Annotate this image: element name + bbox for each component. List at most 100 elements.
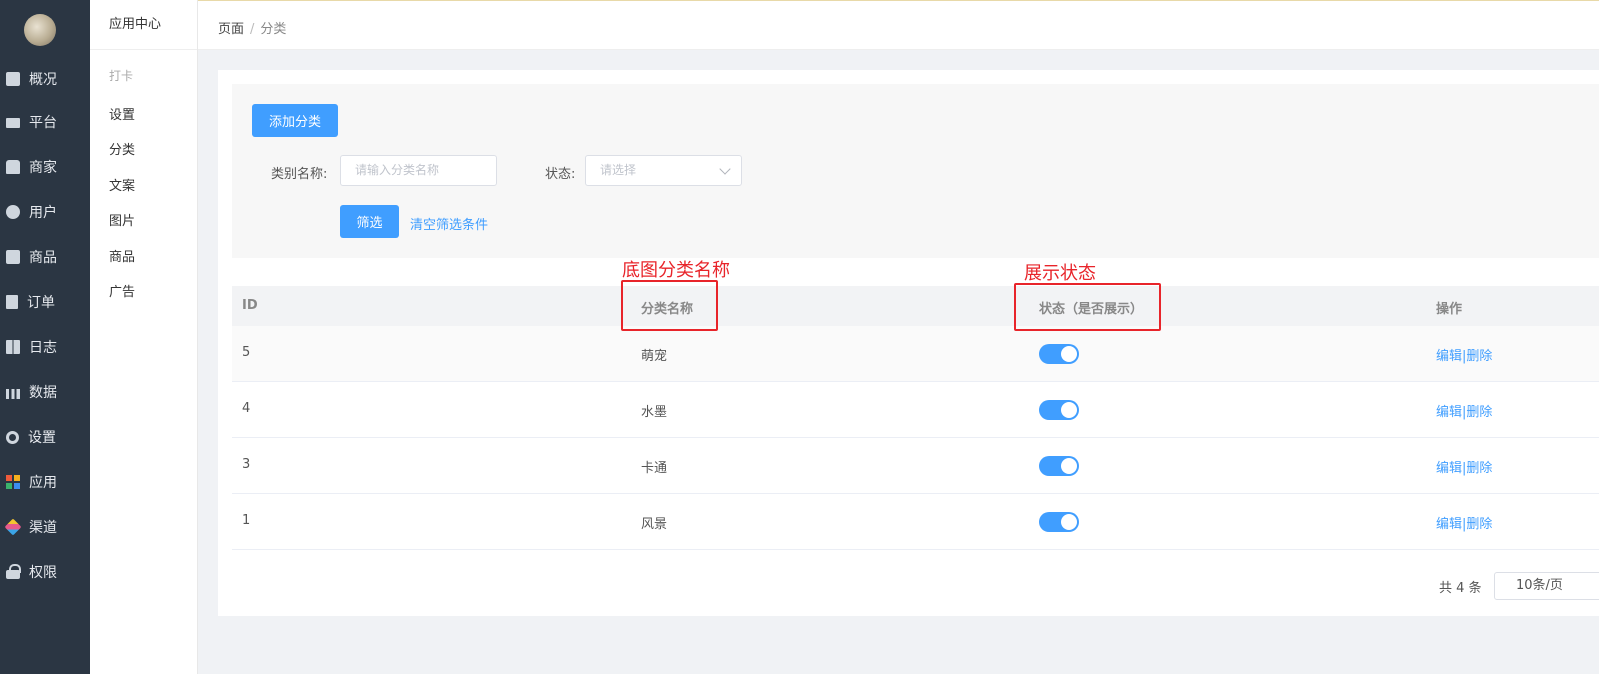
submenu-group-label: 打卡 bbox=[109, 69, 134, 83]
cube-icon bbox=[4, 518, 22, 536]
lock-icon bbox=[6, 563, 21, 579]
breadcrumb-separator: / bbox=[250, 22, 255, 37]
monitor-chart-icon bbox=[6, 72, 20, 86]
cell-id: 3 bbox=[242, 457, 251, 472]
status-select-placeholder: 请选择 bbox=[600, 163, 637, 177]
table-row: 1 风景 编辑|删除 bbox=[232, 494, 1599, 550]
gear-icon bbox=[6, 430, 19, 444]
bag-icon bbox=[6, 250, 20, 264]
edit-link[interactable]: 编辑 bbox=[1436, 405, 1462, 420]
column-header-actions: 操作 bbox=[1436, 302, 1463, 317]
sidebar-item-logs[interactable]: 日志 bbox=[0, 332, 90, 362]
sidebar-item-platform[interactable]: 平台 bbox=[0, 107, 90, 137]
column-header-id: ID bbox=[242, 298, 258, 313]
main-sidebar: 概况 平台 商家 用户 商品 订单 日志 数据 设置 应用 渠道 权限 bbox=[0, 0, 90, 674]
annotation-name-note: 底图分类名称 bbox=[622, 260, 730, 281]
sidebar-item-label: 应用 bbox=[29, 475, 57, 491]
filter-button[interactable]: 筛选 bbox=[340, 205, 399, 238]
status-select[interactable]: 请选择 bbox=[585, 155, 742, 186]
breadcrumb: 页面 / 分类 bbox=[218, 18, 286, 37]
bar-chart-icon bbox=[6, 388, 20, 399]
table-row: 3 卡通 编辑|删除 bbox=[232, 438, 1599, 494]
edit-link[interactable]: 编辑 bbox=[1436, 517, 1462, 532]
edit-link[interactable]: 编辑 bbox=[1436, 349, 1462, 364]
cell-name: 风景 bbox=[641, 517, 668, 532]
switch-knob bbox=[1061, 458, 1077, 474]
sidebar-item-label: 日志 bbox=[29, 340, 57, 356]
submenu-item-category[interactable]: 分类 bbox=[109, 139, 135, 158]
delete-link[interactable]: 删除 bbox=[1466, 349, 1492, 364]
status-switch[interactable] bbox=[1039, 400, 1079, 420]
clear-filters-link[interactable]: 清空筛选条件 bbox=[410, 214, 488, 233]
sidebar-item-products[interactable]: 商品 bbox=[0, 242, 90, 272]
status-switch[interactable] bbox=[1039, 456, 1079, 476]
submenu-item-images[interactable]: 图片 bbox=[109, 210, 135, 229]
submenu-item-settings[interactable]: 设置 bbox=[109, 104, 135, 123]
switch-knob bbox=[1061, 402, 1077, 418]
sidebar-item-users[interactable]: 用户 bbox=[0, 197, 90, 227]
annotation-status-note: 展示状态 bbox=[1024, 263, 1096, 284]
sidebar-item-channels[interactable]: 渠道 bbox=[0, 512, 90, 542]
user-icon bbox=[6, 205, 20, 219]
content-card: 添加分类 类别名称: 请输入分类名称 状态: 请选择 筛选 清空筛选条件 ID … bbox=[218, 70, 1599, 616]
category-name-input[interactable]: 请输入分类名称 bbox=[340, 155, 497, 186]
sidebar-item-data[interactable]: 数据 bbox=[0, 377, 90, 407]
sidebar-item-orders[interactable]: 订单 bbox=[0, 287, 90, 317]
breadcrumb-current: 分类 bbox=[260, 22, 287, 37]
sidebar-item-merchant[interactable]: 商家 bbox=[0, 152, 90, 182]
table-header: ID 分类名称 状态（是否展示） 操作 bbox=[232, 286, 1599, 326]
submenu-item-copywriting[interactable]: 文案 bbox=[109, 175, 135, 194]
row-actions: 编辑|删除 bbox=[1436, 513, 1492, 532]
app-grid-icon bbox=[6, 475, 20, 489]
cell-name: 卡通 bbox=[641, 461, 668, 476]
edit-link[interactable]: 编辑 bbox=[1436, 461, 1462, 476]
annotation-box-status bbox=[1014, 283, 1161, 331]
sidebar-item-label: 用户 bbox=[29, 205, 57, 221]
sidebar-item-label: 订单 bbox=[27, 295, 55, 311]
category-name-label: 类别名称: bbox=[271, 167, 328, 182]
avatar[interactable] bbox=[24, 14, 56, 46]
submenu-item-ads[interactable]: 广告 bbox=[109, 281, 135, 300]
document-icon bbox=[6, 295, 18, 309]
cell-id: 4 bbox=[242, 401, 251, 416]
shop-icon bbox=[6, 160, 20, 174]
cell-id: 5 bbox=[242, 345, 251, 360]
row-actions: 编辑|删除 bbox=[1436, 457, 1492, 476]
status-switch[interactable] bbox=[1039, 344, 1079, 364]
submenu-item-products[interactable]: 商品 bbox=[109, 246, 135, 265]
filter-panel: 添加分类 类别名称: 请输入分类名称 状态: 请选择 筛选 清空筛选条件 bbox=[232, 84, 1599, 258]
row-actions: 编辑|删除 bbox=[1436, 345, 1492, 364]
sidebar-item-label: 平台 bbox=[29, 115, 57, 131]
annotation-box-name bbox=[621, 280, 718, 331]
submenu-title: 应用中心 bbox=[90, 0, 197, 50]
sidebar-item-apps[interactable]: 应用 bbox=[0, 467, 90, 497]
delete-link[interactable]: 删除 bbox=[1466, 461, 1492, 476]
add-category-button[interactable]: 添加分类 bbox=[252, 104, 338, 137]
switch-knob bbox=[1061, 514, 1077, 530]
sidebar-item-label: 商家 bbox=[29, 160, 57, 176]
cell-name: 水墨 bbox=[641, 405, 668, 420]
sidebar-item-label: 数据 bbox=[29, 385, 57, 401]
screen-icon bbox=[6, 118, 20, 128]
sidebar-item-label: 概况 bbox=[29, 72, 57, 88]
sidebar-item-label: 商品 bbox=[29, 250, 57, 266]
sidebar-item-permissions[interactable]: 权限 bbox=[0, 557, 90, 587]
sidebar-item-overview[interactable]: 概况 bbox=[0, 64, 90, 94]
chevron-down-icon bbox=[719, 163, 731, 175]
sidebar-item-label: 权限 bbox=[29, 565, 57, 581]
status-label: 状态: bbox=[545, 167, 576, 182]
breadcrumb-root[interactable]: 页面 bbox=[218, 22, 244, 37]
sidebar-item-label: 渠道 bbox=[29, 520, 57, 536]
delete-link[interactable]: 删除 bbox=[1466, 405, 1492, 420]
row-actions: 编辑|删除 bbox=[1436, 401, 1492, 420]
sidebar-item-label: 设置 bbox=[28, 430, 56, 446]
table-row: 5 萌宠 编辑|删除 bbox=[232, 326, 1599, 382]
delete-link[interactable]: 删除 bbox=[1466, 517, 1492, 532]
submenu: 应用中心 打卡 设置 分类 文案 图片 商品 广告 bbox=[90, 0, 198, 674]
switch-knob bbox=[1061, 346, 1077, 362]
page-size-select[interactable]: 10条/页 bbox=[1494, 572, 1599, 600]
status-switch[interactable] bbox=[1039, 512, 1079, 532]
book-icon bbox=[6, 340, 20, 354]
sidebar-item-settings[interactable]: 设置 bbox=[0, 422, 90, 452]
page-header: 页面 / 分类 bbox=[198, 1, 1599, 50]
